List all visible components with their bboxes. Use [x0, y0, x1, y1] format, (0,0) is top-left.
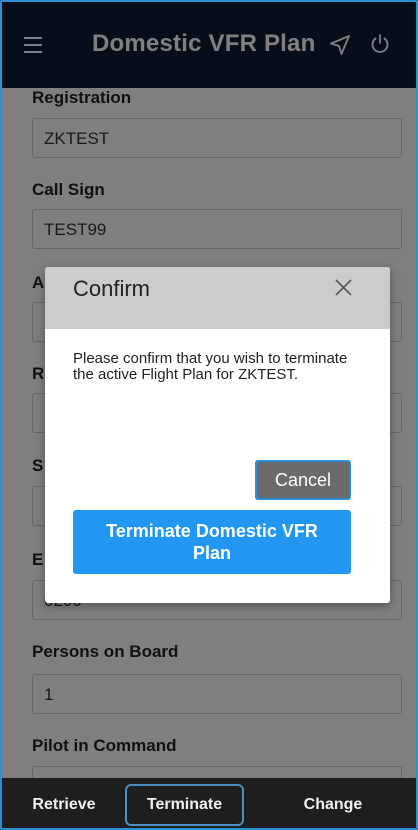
confirm-dialog: Confirm Please confirm that you wish to …: [45, 267, 390, 603]
terminate-plan-button[interactable]: Terminate Domestic VFR Plan: [73, 510, 351, 574]
bottom-nav: Retrieve Terminate Change SARTime: [2, 778, 416, 828]
retrieve-tab[interactable]: Retrieve: [30, 784, 98, 826]
dialog-title: Confirm: [73, 276, 151, 301]
close-icon[interactable]: [335, 279, 352, 296]
change-sartime-tab[interactable]: Change SARTime: [268, 784, 398, 826]
dialog-message: Please confirm that you wish to terminat…: [73, 350, 348, 383]
dialog-header: Confirm: [45, 267, 390, 329]
app-frame: Domestic VFR Plan Registration ZKTEST Ca…: [0, 0, 418, 830]
terminate-tab[interactable]: Terminate: [125, 784, 244, 826]
cancel-button[interactable]: Cancel: [255, 460, 351, 500]
